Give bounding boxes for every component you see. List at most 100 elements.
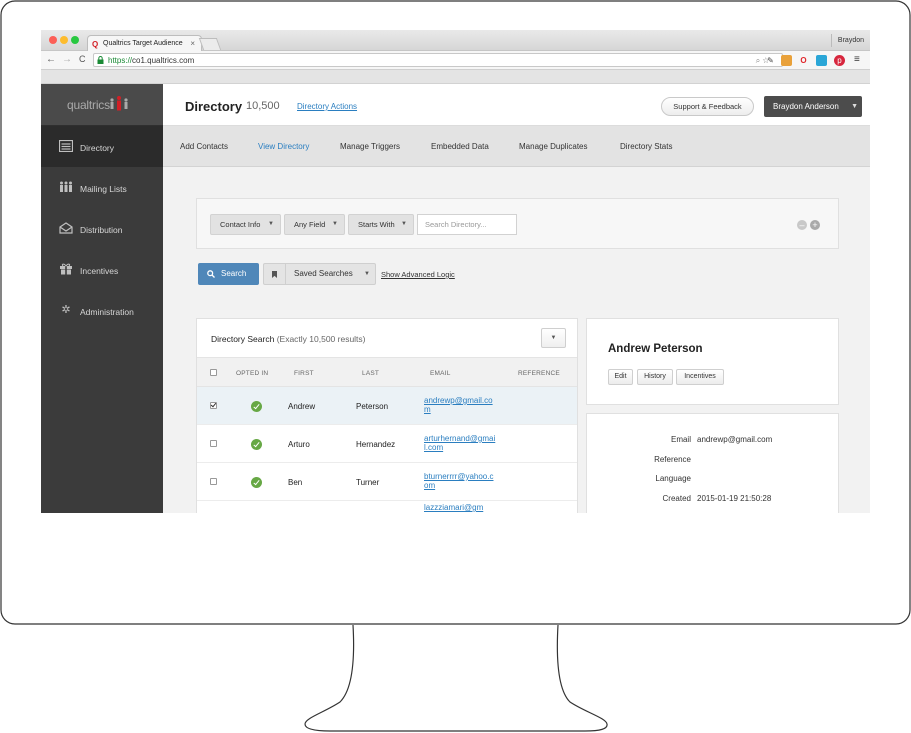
saved-searches-dropdown[interactable]: Saved Searches ▼: [285, 263, 376, 285]
results-count: (Exactly 10,500 results): [276, 334, 366, 344]
cell-email-link[interactable]: andrewp@gmail.com: [424, 396, 496, 414]
column-opted-in[interactable]: OPTED IN: [236, 370, 268, 377]
blue-extension-icon[interactable]: [816, 55, 827, 66]
results-options-button[interactable]: ▼: [541, 328, 566, 348]
cell-first: Arturo: [288, 440, 310, 449]
contact-name: Andrew Peterson: [608, 343, 703, 355]
subnav-view-directory[interactable]: View Directory: [258, 142, 309, 151]
operator-dropdown[interactable]: Starts With ▼: [348, 214, 414, 235]
opera-extension-icon[interactable]: O: [798, 55, 809, 66]
column-email[interactable]: EMAIL: [430, 370, 451, 377]
remove-filter-icon[interactable]: –: [797, 220, 807, 230]
menu-icon[interactable]: ≡: [854, 54, 860, 65]
user-menu-button[interactable]: Braydon Anderson ▼: [764, 96, 862, 117]
minimize-window-button[interactable]: [60, 36, 68, 44]
cell-email-link[interactable]: lazzziamari@gm: [424, 503, 496, 512]
qualtrics-people-logo-icon: [110, 96, 128, 111]
table-row[interactable]: lazzziamari@gm: [197, 501, 577, 513]
history-button[interactable]: History: [637, 369, 673, 385]
field-dropdown[interactable]: Any Field ▼: [284, 214, 345, 235]
forward-icon[interactable]: →: [62, 54, 72, 65]
qualtrics-logo[interactable]: qualtrics: [67, 98, 110, 112]
eyedropper-extension-icon[interactable]: ✎: [765, 55, 776, 66]
bookmarks-bar: [41, 70, 870, 84]
new-tab-button[interactable]: [198, 38, 222, 50]
column-first[interactable]: FIRST: [294, 370, 314, 377]
incentives-button[interactable]: Incentives: [676, 369, 724, 385]
browser-tab-bar: Q Qualtrics Target Audience × Braydon: [41, 30, 870, 51]
cell-last: Hernandez: [356, 440, 396, 449]
operator-value: Starts With: [358, 220, 395, 229]
edit-button[interactable]: Edit: [608, 369, 633, 385]
field-value: Any Field: [294, 220, 326, 229]
url-host: co1.qualtrics.com: [132, 56, 195, 65]
directory-actions-link[interactable]: Directory Actions: [297, 102, 357, 111]
row-checkbox[interactable]: [210, 440, 217, 447]
table-row[interactable]: Andrew Peterson andrewp@gmail.com: [197, 387, 577, 425]
add-filter-icon[interactable]: +: [810, 220, 820, 230]
attr-email-value: andrewp@gmail.com: [697, 435, 773, 444]
subnav-manage-duplicates[interactable]: Manage Duplicates: [519, 142, 587, 151]
sidebar-item-label: Directory: [80, 143, 115, 153]
select-all-checkbox[interactable]: [210, 369, 217, 376]
field-group-dropdown[interactable]: Contact Info ▼: [210, 214, 281, 235]
subnav-add-contacts[interactable]: Add Contacts: [180, 142, 228, 151]
table-header: OPTED IN FIRST LAST EMAIL REFERENCE: [197, 357, 577, 387]
maximize-window-button[interactable]: [71, 36, 79, 44]
tab-close-icon[interactable]: ×: [190, 39, 195, 48]
back-icon[interactable]: ←: [46, 54, 56, 65]
url-input[interactable]: https://co1.qualtrics.com ⌕ ☆: [93, 53, 783, 67]
sidebar-item-label: Administration: [80, 307, 134, 317]
tab-title: Qualtrics Target Audience: [103, 40, 183, 47]
support-feedback-button[interactable]: Support & Feedback: [661, 97, 754, 116]
sidebar-item-label: Distribution: [80, 225, 123, 235]
profile-name[interactable]: Braydon: [838, 37, 864, 44]
sidebar-item-distribution[interactable]: Distribution: [41, 208, 163, 249]
attr-language-key: Language: [655, 474, 691, 483]
pinterest-extension-icon[interactable]: p: [834, 55, 845, 66]
filter-panel: Contact Info ▼ Any Field ▼ Starts With ▼…: [196, 198, 839, 249]
user-name: Braydon Anderson: [773, 102, 839, 111]
browser-address-bar: ← → C https://co1.qualtrics.com ⌕ ☆ ✎ O …: [41, 51, 870, 70]
results-title-text: Directory Search: [211, 334, 275, 344]
sidebar-item-administration[interactable]: ✲ Administration: [41, 290, 163, 331]
sidebar-item-incentives[interactable]: Incentives: [41, 249, 163, 290]
sidebar-item-directory[interactable]: Directory: [41, 126, 163, 167]
row-checkbox[interactable]: [210, 478, 217, 485]
subnav-embedded-data[interactable]: Embedded Data: [431, 142, 489, 151]
bookmark-search-button[interactable]: [263, 263, 285, 285]
close-window-button[interactable]: [49, 36, 57, 44]
cell-last: Turner: [356, 478, 380, 487]
search-icon[interactable]: ⌕: [756, 56, 760, 65]
sidebar: qualtrics Directory Mailing Lists Distri…: [41, 84, 163, 513]
search-directory-input[interactable]: Search Directory...: [417, 214, 517, 235]
caret-down-icon: ▼: [550, 335, 557, 341]
reload-icon[interactable]: C: [79, 54, 86, 64]
logo-area: qualtrics: [41, 84, 163, 126]
search-button-label: Search: [221, 269, 247, 278]
sidebar-item-label: Mailing Lists: [80, 184, 127, 194]
cell-first: Andrew: [288, 402, 316, 411]
caret-down-icon: ▼: [851, 103, 858, 110]
contact-attributes-panel: Email andrewp@gmail.com Reference Langua…: [586, 413, 839, 513]
row-checkbox[interactable]: [210, 402, 217, 409]
cell-first: Ben: [288, 478, 303, 487]
table-row[interactable]: Arturo Hernandez arturhernand@gmail.com: [197, 425, 577, 463]
column-reference[interactable]: REFERENCE: [518, 370, 560, 377]
subnav-directory-stats[interactable]: Directory Stats: [620, 142, 672, 151]
directory-count: 10,500: [246, 100, 280, 112]
gift-icon: [60, 263, 72, 275]
news-extension-icon[interactable]: [781, 55, 792, 66]
sidebar-item-mailing-lists[interactable]: Mailing Lists: [41, 167, 163, 208]
subnav-manage-triggers[interactable]: Manage Triggers: [340, 142, 400, 151]
search-button[interactable]: Search: [198, 263, 259, 285]
gear-icon: ✲: [61, 304, 71, 316]
browser-tab[interactable]: Q Qualtrics Target Audience ×: [87, 35, 202, 51]
show-advanced-logic-link[interactable]: Show Advanced Logic: [381, 270, 455, 279]
column-last[interactable]: LAST: [362, 370, 379, 377]
caret-down-icon: ▼: [268, 221, 274, 227]
cell-email-link[interactable]: bturnerrrr@yahoo.com: [424, 472, 496, 490]
table-row[interactable]: Ben Turner bturnerrrr@yahoo.com: [197, 463, 577, 501]
cell-email-link[interactable]: arturhernand@gmail.com: [424, 434, 496, 452]
page-title: Directory: [185, 99, 243, 114]
